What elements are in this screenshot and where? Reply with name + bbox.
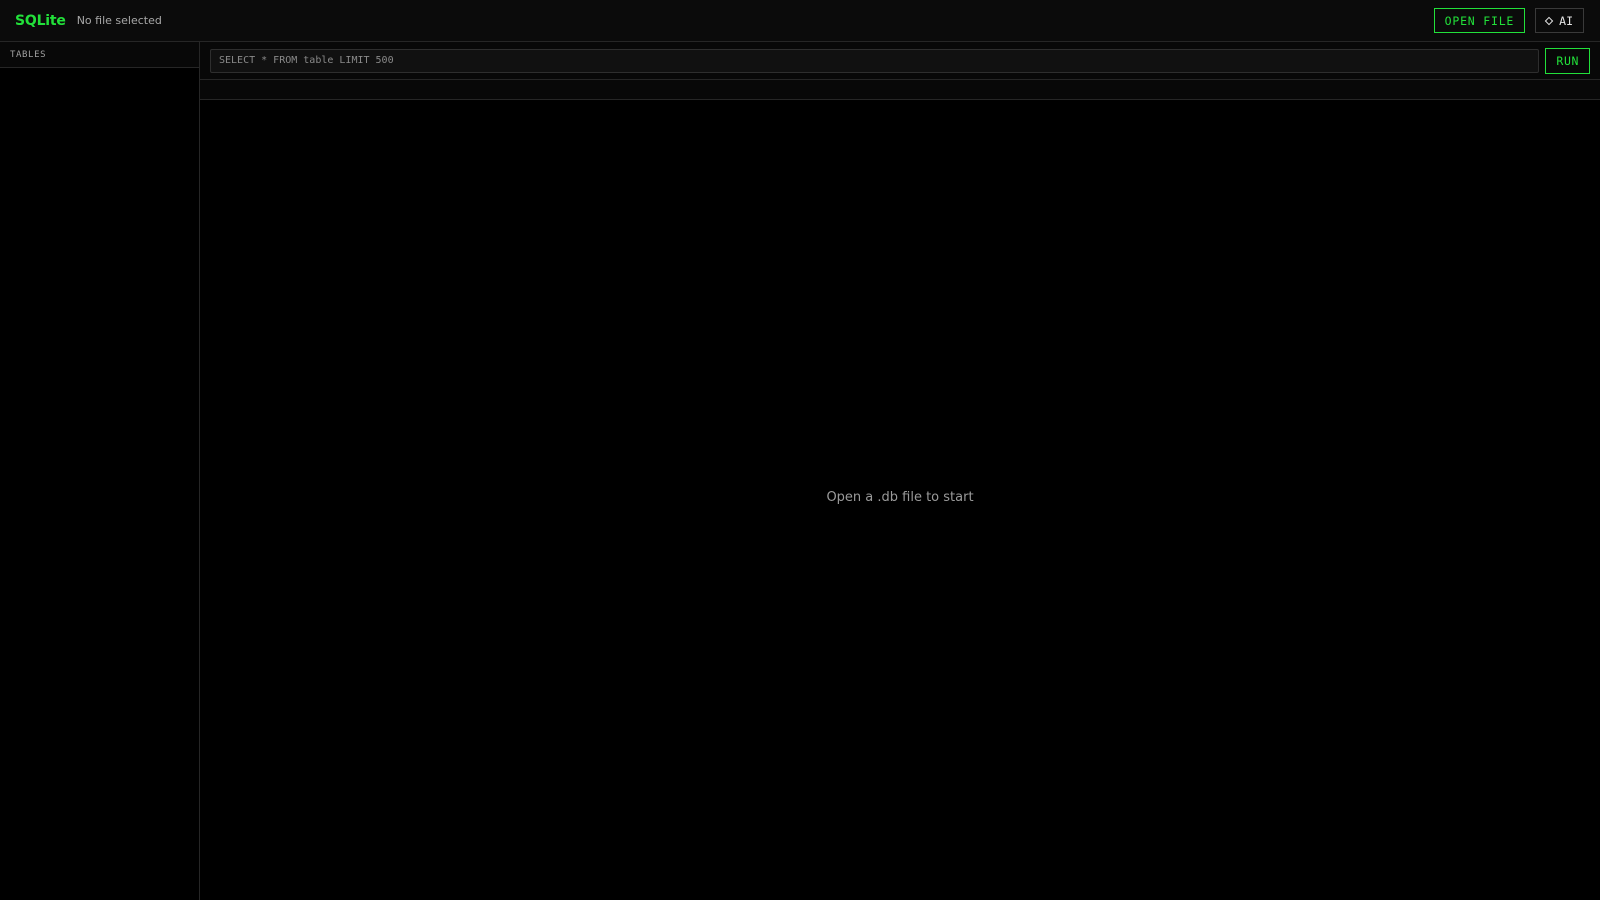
- tables-sidebar: TABLES: [0, 42, 200, 900]
- tables-header: TABLES: [0, 42, 199, 68]
- ai-button-label: AI: [1559, 13, 1573, 28]
- results-toolbar: [200, 80, 1600, 100]
- results-area: Open a .db file to start: [200, 100, 1600, 900]
- app-window: SQLite No file selected OPEN FILE AI TAB…: [0, 0, 1600, 900]
- open-file-button[interactable]: OPEN FILE: [1433, 8, 1526, 33]
- empty-state-message: Open a .db file to start: [826, 489, 974, 505]
- file-status: No file selected: [76, 14, 162, 27]
- query-bar: RUN: [200, 42, 1600, 80]
- run-button[interactable]: RUN: [1545, 47, 1590, 74]
- ai-button[interactable]: AI: [1535, 8, 1584, 33]
- main-panel: RUN Open a .db file to start: [200, 42, 1600, 900]
- top-bar: SQLite No file selected OPEN FILE AI: [0, 0, 1600, 42]
- diamond-icon: [1544, 16, 1554, 25]
- workspace: TABLES RUN Open a .db file to start: [0, 42, 1600, 900]
- tables-list[interactable]: [0, 68, 199, 900]
- sql-query-input[interactable]: [210, 48, 1540, 73]
- app-title: SQLite: [15, 12, 66, 29]
